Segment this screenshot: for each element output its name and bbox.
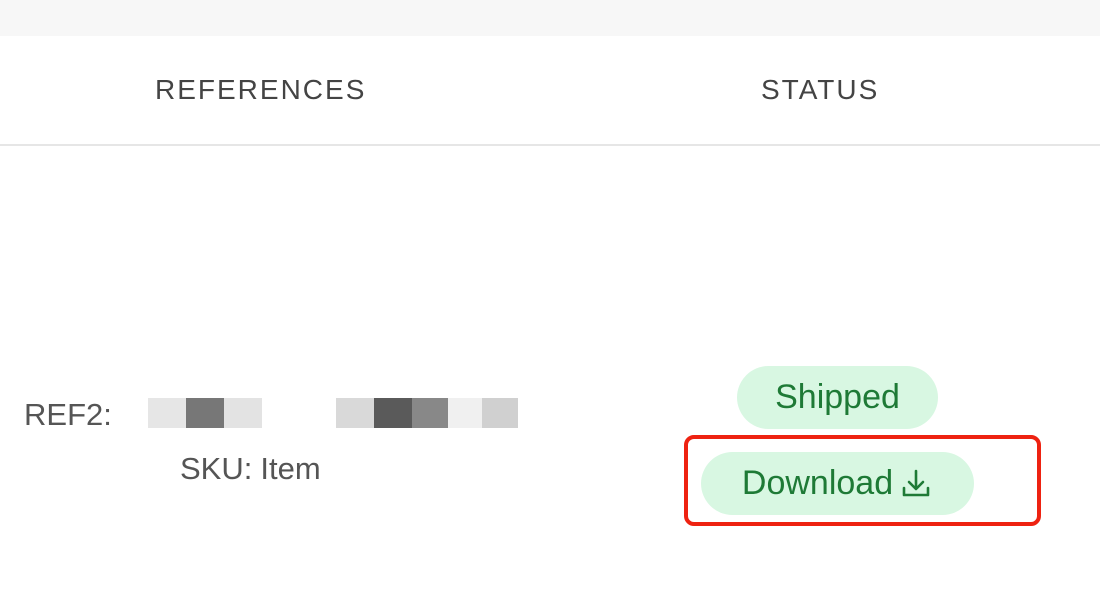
table-row: REF2: SKU: Item Shipped Download <box>0 146 1100 591</box>
top-bar <box>0 0 1100 36</box>
column-header-references: REFERENCES <box>155 74 367 105</box>
highlight-annotation <box>684 435 1041 526</box>
status-badge-label: Shipped <box>775 378 900 416</box>
sku-value: Item <box>260 451 321 486</box>
table-header: REFERENCES STATUS <box>0 36 1100 146</box>
column-header-status: STATUS <box>761 74 880 105</box>
sku-line: SKU: Item <box>180 451 321 487</box>
status-badge: Shipped <box>737 366 938 429</box>
redacted-reference-value <box>148 398 518 428</box>
sku-label: SKU: <box>180 451 253 486</box>
ref-label: REF2: <box>24 397 112 432</box>
